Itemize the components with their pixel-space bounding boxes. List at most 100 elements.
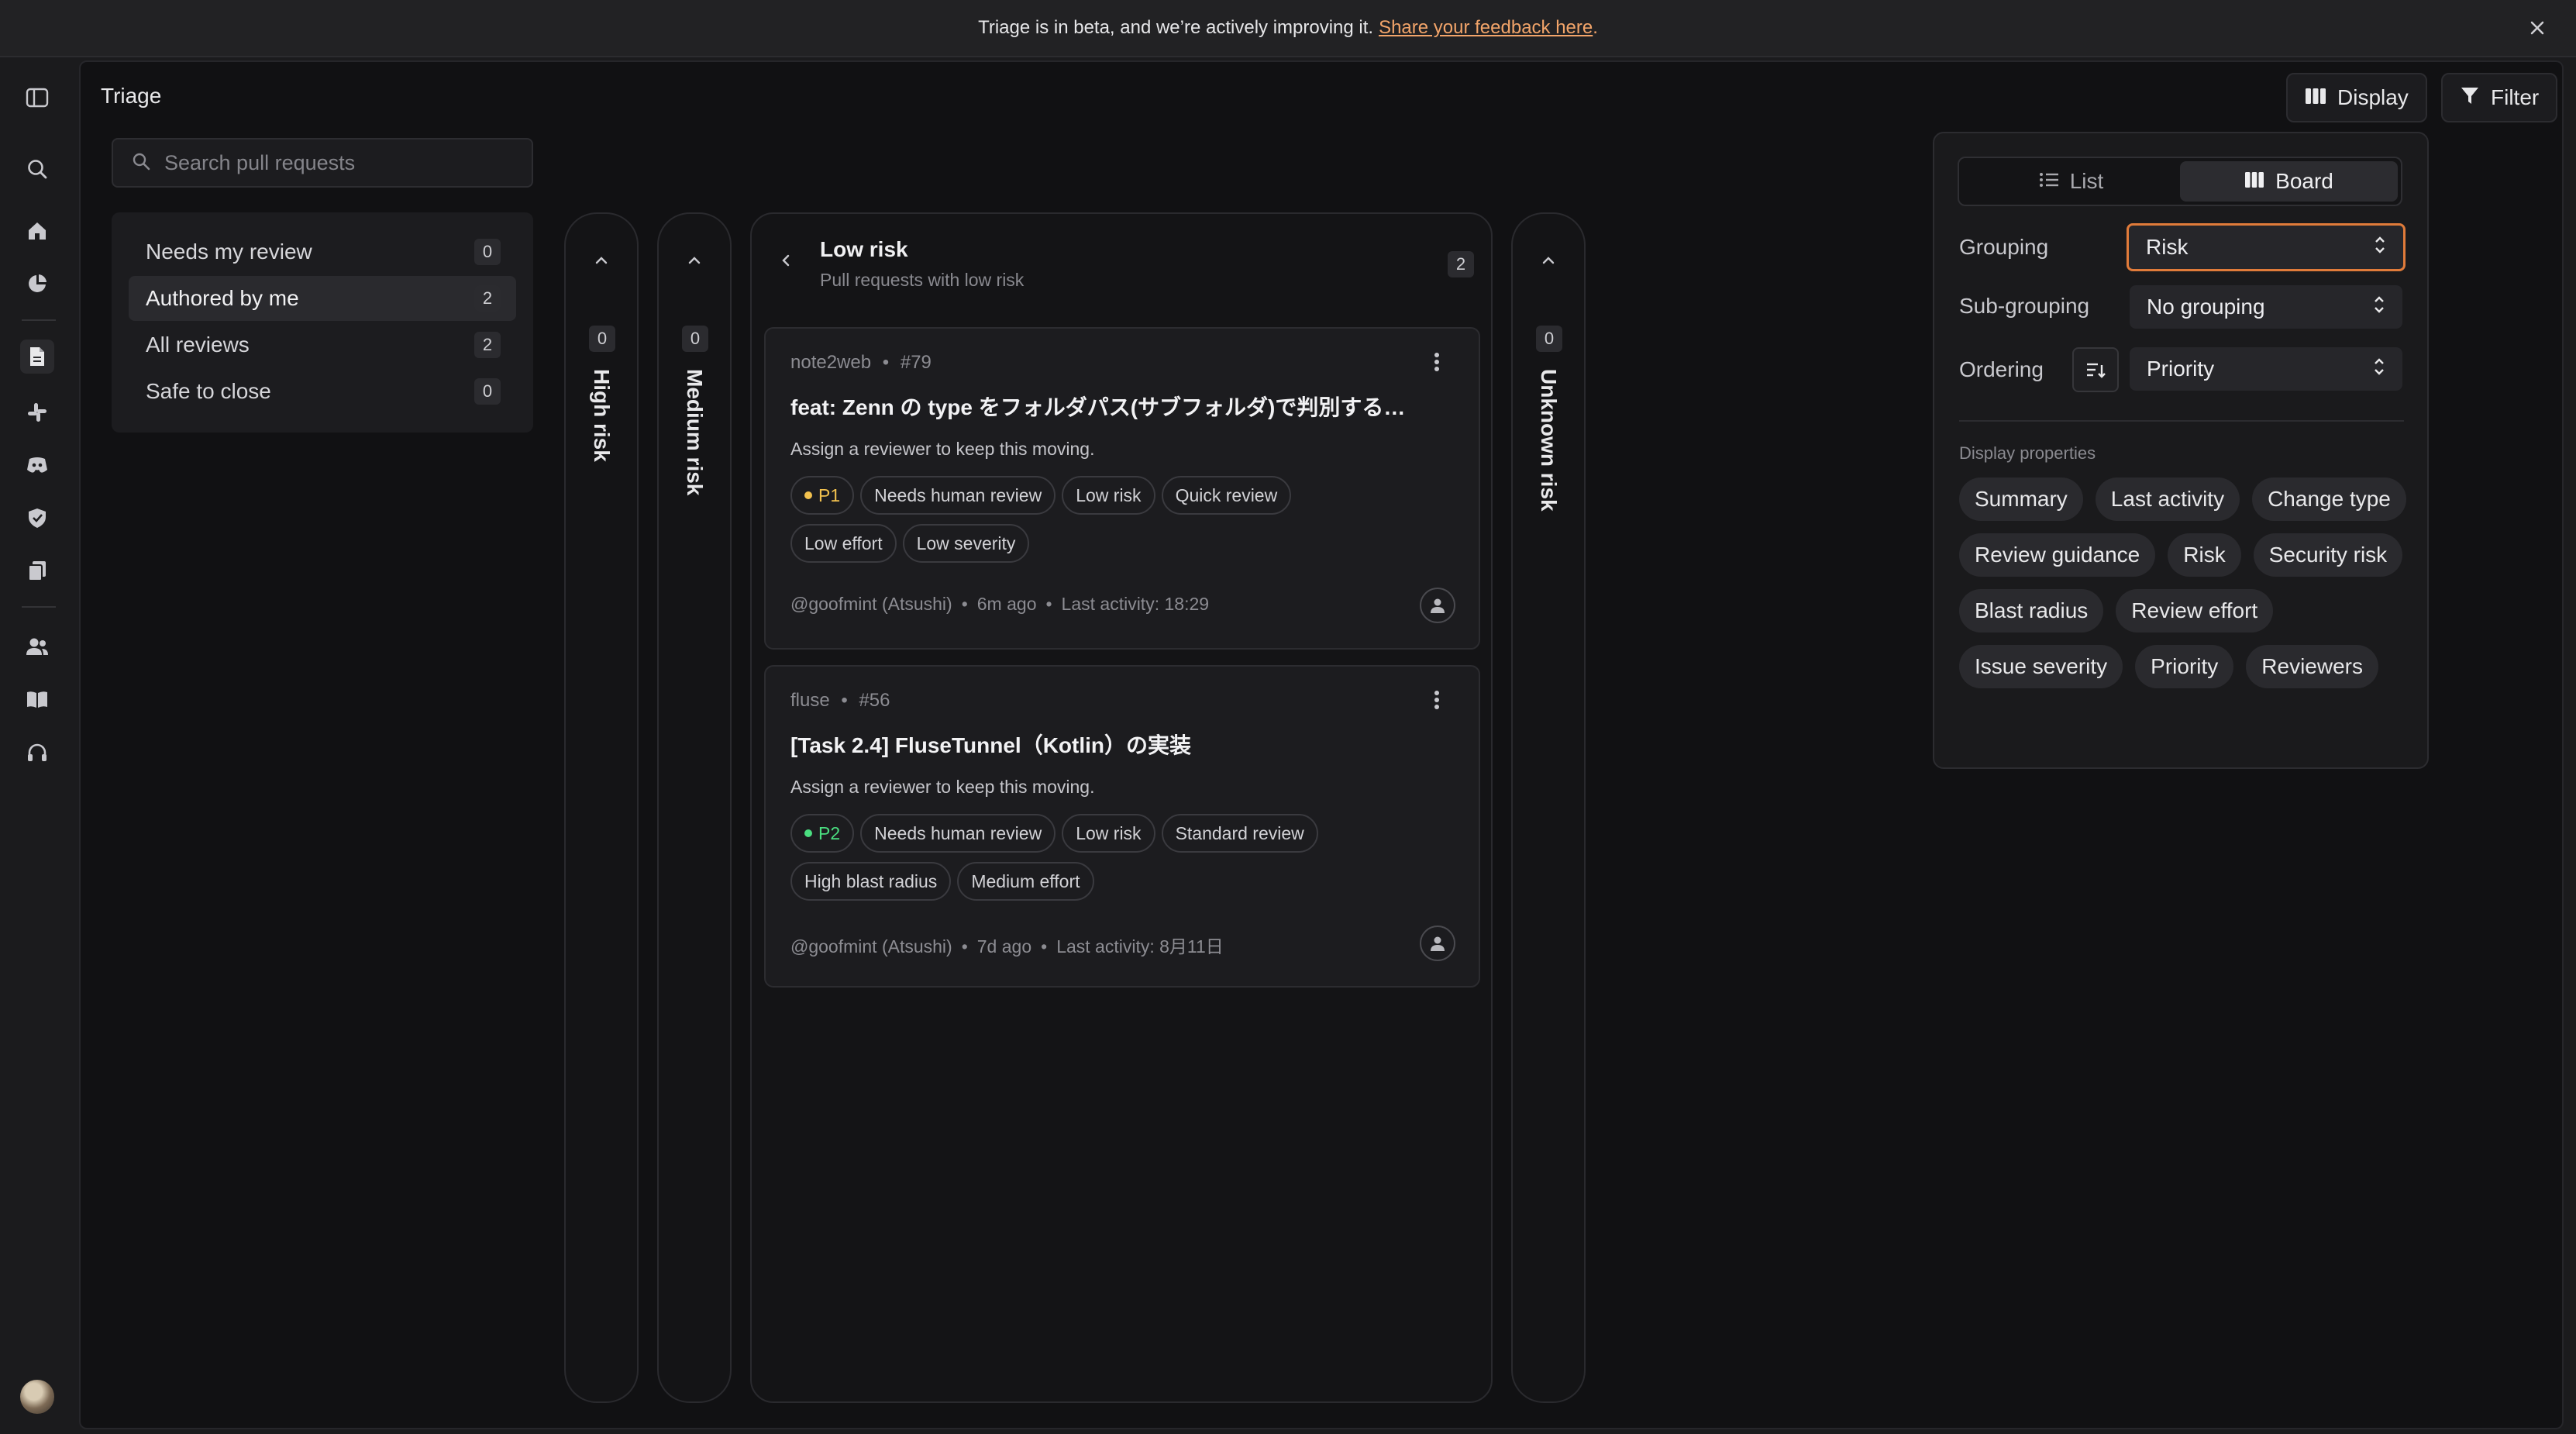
priority-label: P2 [818,822,841,843]
column-high-risk[interactable]: 0 High risk [564,212,639,1403]
tag: Standard review [1161,814,1318,853]
avatar[interactable] [20,1380,54,1414]
pr-author: @goofmint (Atsushi) [790,936,952,957]
chevron-up-icon[interactable] [592,254,611,271]
display-label: Display [2337,85,2409,109]
filter-label: Safe to close [146,379,271,403]
property-chip[interactable]: Risk [2168,533,2241,577]
shield-icon[interactable] [23,504,51,532]
headset-icon[interactable] [23,739,51,767]
document-icon[interactable] [20,340,54,374]
chevron-up-down-icon [2374,235,2386,260]
tag: Needs human review [860,814,1056,853]
subgrouping-value: No grouping [2147,295,2265,319]
grouping-row: Grouping [1959,225,2048,270]
column-count: 2 [1448,251,1474,277]
banner-text: Triage is in beta, and we’re actively im… [978,17,1374,38]
users-icon[interactable] [23,633,51,660]
property-chip[interactable]: Security risk [2253,533,2403,577]
column-label: High risk [590,369,614,462]
tag: Low risk [1062,814,1155,853]
filter-button[interactable]: Filter [2441,73,2558,122]
ordering-select[interactable]: Priority [2130,347,2402,391]
sidebar-toggle-icon[interactable] [23,59,51,87]
filter-needs-my-review[interactable]: Needs my review 0 [129,229,516,274]
filter-authored-by-me[interactable]: Authored by me 2 [129,276,516,321]
separator-dot: • [882,352,890,373]
filter-all-reviews[interactable]: All reviews 2 [129,322,516,367]
pr-number: #56 [859,690,890,711]
filter-safe-to-close[interactable]: Safe to close 0 [129,369,516,414]
property-chip[interactable]: Change type [2252,477,2406,521]
sort-direction-icon[interactable] [2072,347,2119,392]
pr-title[interactable]: feat: Zenn の type をフォルダパス(サブフォルダ)で判別する… [790,391,1426,422]
filter-label: Needs my review [146,240,312,264]
filter-label: Authored by me [146,286,299,310]
priority-tag: P2 [790,814,855,853]
pr-repo: fluse [790,690,830,711]
grouping-label: Grouping [1959,235,2049,259]
filter-count: 2 [474,332,501,358]
filter-icon [2460,85,2480,111]
view-board-option[interactable]: Board [2180,161,2398,202]
pr-last-activity: Last activity: 8月11日 [1056,936,1224,957]
sidebar-toggle-icon[interactable] [23,84,51,112]
property-chip[interactable]: Blast radius [1959,589,2104,633]
column-count: 0 [682,326,708,352]
close-icon[interactable] [2525,16,2550,40]
column-unknown-risk[interactable]: 0 Unknown risk [1511,212,1586,1403]
reviewer-avatar-icon[interactable] [1420,926,1455,961]
chevron-up-icon[interactable] [1539,254,1558,271]
more-options-icon[interactable] [1434,352,1440,376]
pie-chart-icon[interactable] [23,270,51,298]
reviewer-avatar-icon[interactable] [1420,588,1455,623]
search-icon [132,152,150,174]
chevron-up-down-icon [2373,357,2385,382]
column-label: Medium risk [683,369,707,496]
copy-icon[interactable] [23,557,51,584]
filter-label: Filter [2491,85,2540,109]
search-box[interactable] [112,138,533,188]
book-icon[interactable] [23,685,51,713]
property-chip[interactable]: Review guidance [1959,533,2156,577]
tag: High blast radius [790,862,952,901]
chevron-left-icon[interactable] [780,251,792,274]
property-chip[interactable]: Reviewers [2246,645,2378,688]
property-chip[interactable]: Issue severity [1959,645,2123,688]
search-icon[interactable] [23,155,51,183]
chevron-up-icon[interactable] [685,254,704,271]
property-chip[interactable]: Review effort [2116,589,2274,633]
column-count: 0 [589,326,615,352]
filter-label: All reviews [146,333,250,357]
filter-count: 0 [474,239,501,265]
pr-last-activity: Last activity: 18:29 [1061,594,1210,614]
more-options-icon[interactable] [1434,690,1440,714]
display-properties: Summary Last activity Change type Review… [1959,477,2409,688]
display-button[interactable]: Display [2286,73,2427,122]
page-title: Triage [101,84,162,108]
grouping-select[interactable]: Risk [2127,223,2406,271]
tag: Quick review [1161,476,1292,515]
pr-card[interactable]: note2web • #79 feat: Zenn の type をフォルダパス… [764,327,1480,650]
pr-tags: P2 Needs human review Low risk Standard … [790,814,1348,901]
home-icon[interactable] [23,217,51,245]
pr-card[interactable]: fluse • #56 [Task 2.4] FluseTunnel（Kotli… [764,665,1480,988]
property-chip[interactable]: Priority [2135,645,2234,688]
tag: Low effort [790,524,897,563]
pr-meta: @goofmint (Atsushi) • 6m ago • Last activity… [790,594,1210,614]
pr-title[interactable]: [Task 2.4] FluseTunnel（Kotlin）の実装 [790,729,1426,760]
subgrouping-select[interactable]: No grouping [2130,285,2402,329]
property-chip[interactable]: Summary [1959,477,2083,521]
column-title: Low risk [820,237,908,261]
separator-dot: • [841,690,848,711]
slack-icon[interactable] [23,398,51,426]
feedback-link[interactable]: Share your feedback here [1379,17,1593,39]
pr-repo-line: note2web • #79 [790,352,932,374]
column-medium-risk[interactable]: 0 Medium risk [657,212,732,1403]
discord-icon[interactable] [23,451,51,479]
view-list-option[interactable]: List [1962,161,2180,202]
pr-hint: Assign a reviewer to keep this moving. [790,439,1095,459]
search-input[interactable] [164,150,505,175]
property-chip[interactable]: Last activity [2095,477,2240,521]
grouping-value: Risk [2146,235,2189,259]
